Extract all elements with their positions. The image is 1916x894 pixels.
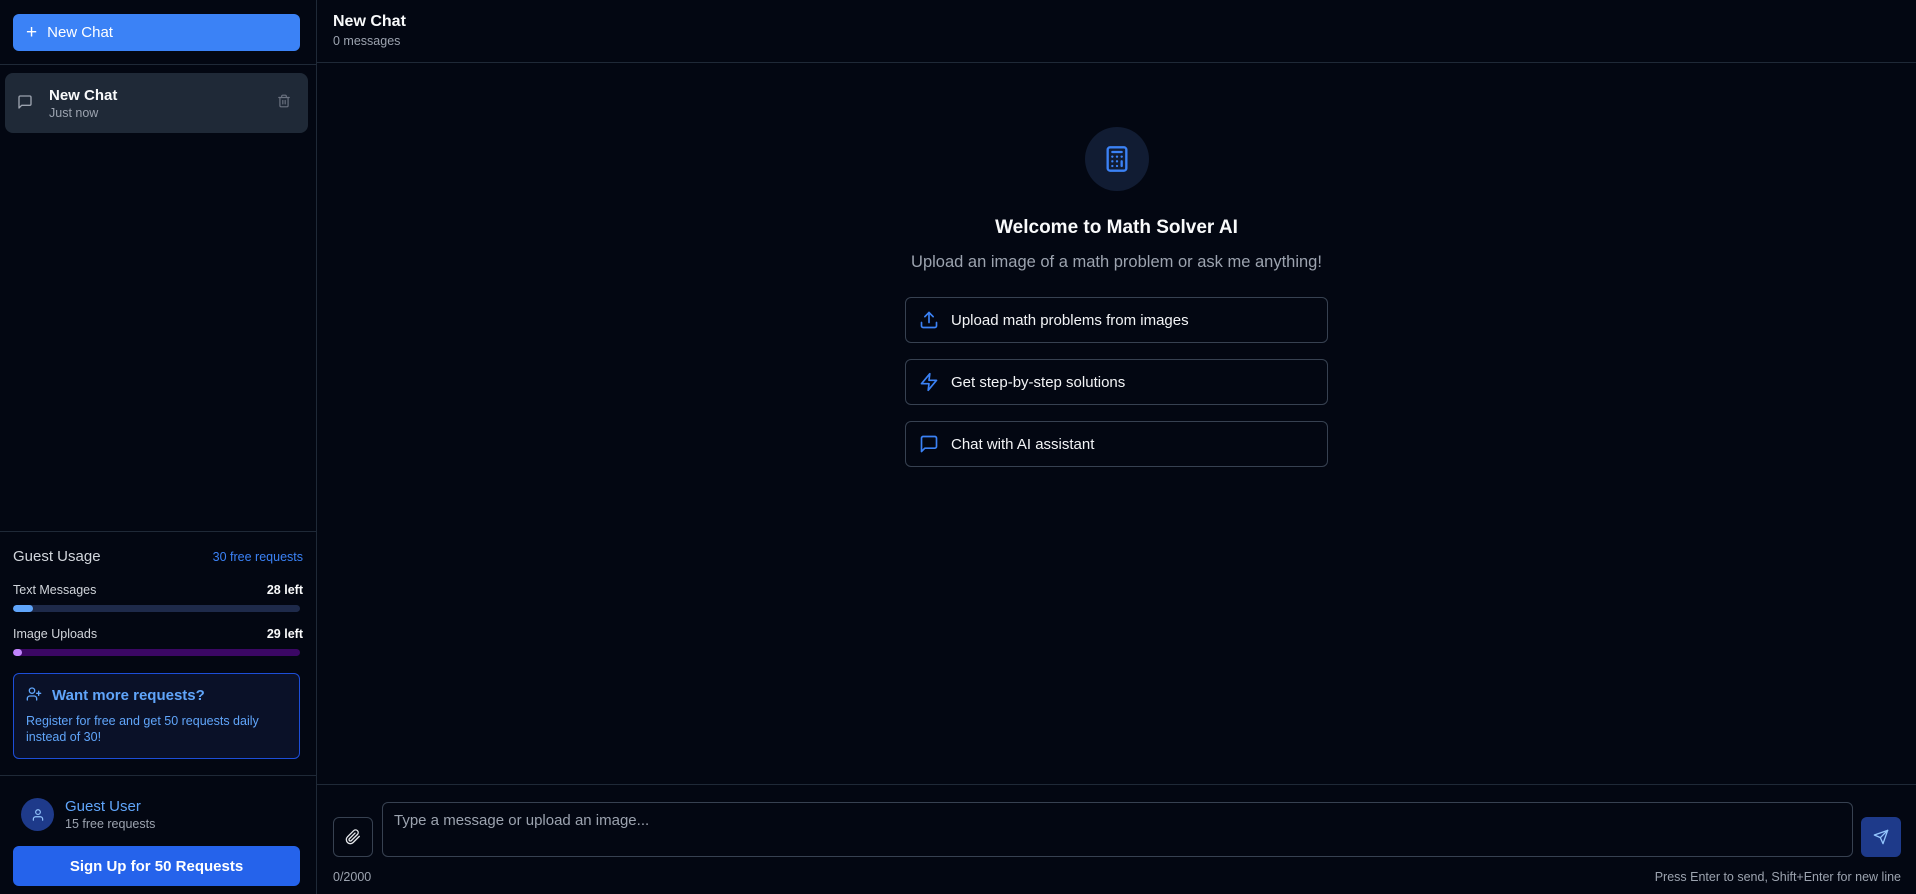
feature-chat[interactable]: Chat with AI assistant: [905, 421, 1328, 467]
promo-title: Want more requests?: [52, 686, 205, 704]
chat-item-text: New Chat Just now: [49, 87, 117, 120]
upload-icon: [919, 310, 939, 330]
send-icon: [1873, 829, 1889, 845]
message-count: 0 messages: [333, 34, 401, 48]
welcome-section: Welcome to Math Solver AI Upload an imag…: [317, 63, 1916, 784]
chat-title: New Chat: [333, 13, 406, 30]
composer-footer: 0/2000 Press Enter to send, Shift+Enter …: [333, 870, 1901, 884]
feature-steps[interactable]: Get step-by-step solutions: [905, 359, 1328, 405]
text-messages-progress-fill: [13, 605, 34, 612]
user-subtitle: 15 free requests: [65, 817, 156, 831]
sidebar-top: + New Chat: [0, 0, 316, 65]
character-counter: 0/2000: [333, 870, 372, 884]
zap-icon: [919, 372, 939, 392]
app: + New Chat New Chat Just now Guest Usage…: [0, 0, 1916, 894]
chat-header: New Chat 0 messages: [317, 0, 1916, 63]
trash-icon[interactable]: [277, 94, 292, 110]
image-uploads-progress: [13, 649, 300, 656]
main-panel: New Chat 0 messages Welcome to Math Solv…: [317, 0, 1916, 894]
promo-text: Register for free and get 50 requests da…: [26, 714, 259, 744]
user-row: Guest User 15 free requests: [13, 798, 303, 831]
text-messages-left: 28 left: [266, 583, 303, 597]
user-name: Guest User: [65, 798, 141, 815]
upgrade-promo[interactable]: Want more requests? Register for free an…: [13, 673, 300, 759]
attach-button[interactable]: [333, 817, 373, 857]
feature-list: Upload math problems from images Get ste…: [905, 297, 1328, 467]
feature-label: Chat with AI assistant: [951, 435, 1095, 453]
promo-header: Want more requests?: [26, 686, 287, 704]
usage-panel: Guest Usage 30 free requests Text Messag…: [0, 531, 316, 775]
welcome-title: Welcome to Math Solver AI: [995, 217, 1238, 238]
user-icon: [32, 808, 43, 821]
message-icon: [919, 434, 939, 454]
plus-icon: +: [26, 22, 38, 43]
user-plus-icon: [26, 686, 44, 704]
user-section: Guest User 15 free requests Sign Up for …: [0, 775, 316, 894]
chat-list: New Chat Just now: [0, 65, 316, 531]
usage-header: Guest Usage 30 free requests: [13, 548, 303, 565]
chat-item[interactable]: New Chat Just now: [5, 73, 308, 133]
image-uploads-row: Image Uploads 29 left: [13, 627, 303, 641]
send-button[interactable]: [1861, 817, 1901, 857]
image-uploads-left: 29 left: [266, 627, 303, 641]
calculator-icon: [1084, 127, 1149, 191]
chat-item-time: Just now: [49, 105, 99, 120]
feature-label: Get step-by-step solutions: [951, 373, 1126, 391]
keyboard-hint: Press Enter to send, Shift+Enter for new…: [1654, 870, 1901, 884]
paperclip-icon: [345, 829, 360, 845]
usage-free-requests: 30 free requests: [212, 549, 303, 564]
message-input[interactable]: [382, 802, 1853, 857]
text-messages-label: Text Messages: [13, 583, 97, 597]
new-chat-button[interactable]: + New Chat: [13, 14, 300, 51]
sidebar: + New Chat New Chat Just now Guest Usage…: [0, 0, 317, 894]
avatar: [21, 798, 54, 831]
image-uploads-label: Image Uploads: [13, 627, 98, 641]
feature-upload[interactable]: Upload math problems from images: [905, 297, 1328, 343]
usage-title: Guest Usage: [13, 548, 101, 565]
text-messages-row: Text Messages 28 left: [13, 583, 303, 597]
new-chat-label: New Chat: [47, 24, 113, 41]
user-info: Guest User 15 free requests: [65, 798, 155, 831]
welcome-subtitle: Upload an image of a math problem or ask…: [911, 253, 1322, 271]
composer-row: [333, 802, 1901, 857]
feature-label: Upload math problems from images: [951, 311, 1189, 329]
chat-item-title: New Chat: [49, 86, 118, 104]
text-messages-progress: [13, 605, 300, 612]
image-uploads-progress-fill: [13, 649, 22, 656]
message-square-icon: [17, 94, 35, 112]
composer: 0/2000 Press Enter to send, Shift+Enter …: [317, 784, 1916, 894]
signup-button[interactable]: Sign Up for 50 Requests: [13, 846, 300, 886]
